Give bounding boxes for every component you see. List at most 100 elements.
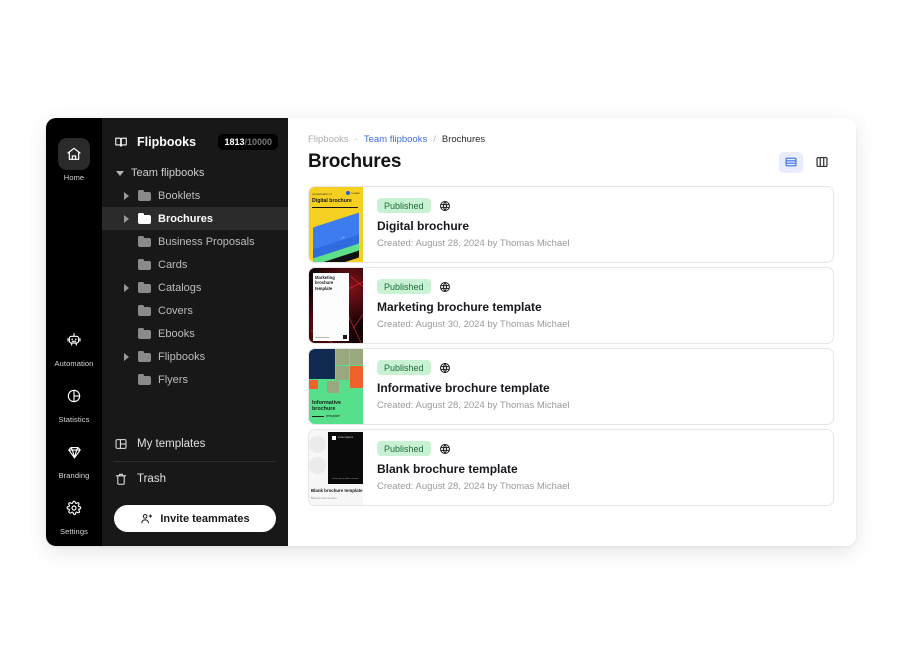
thumb-logo: Lorem Ipsum	[338, 436, 354, 439]
chevron-right-icon[interactable]	[124, 191, 129, 200]
chevron-down-icon[interactable]	[116, 170, 124, 176]
rail-item-automation[interactable]: Automation	[51, 324, 97, 368]
trash-icon	[114, 472, 128, 486]
thumb-shape	[336, 349, 349, 365]
globe-icon[interactable]	[439, 443, 451, 455]
folder-item-covers[interactable]: Covers	[102, 299, 288, 322]
thumb-panel: Lorem Ipsum Lorem ipsum dolor sit amet	[328, 432, 363, 484]
quota-used: 1813	[224, 137, 245, 147]
thumb-shape	[309, 380, 318, 389]
folder-icon	[138, 373, 151, 385]
add-people-icon	[140, 512, 153, 525]
folder-label: Flyers	[158, 373, 188, 386]
list-view-button[interactable]	[779, 151, 803, 173]
home-icon	[58, 138, 90, 170]
breadcrumb-root[interactable]: Flipbooks	[308, 134, 349, 145]
folder-tree: Team flipbooks Booklets Brochures Busine…	[102, 156, 288, 428]
chevron-right-icon[interactable]	[124, 214, 129, 223]
flipbook-card[interactable]: Marketing brochure template Published Ma…	[308, 267, 834, 344]
folder-item-catalogs[interactable]: Catalogs	[102, 276, 288, 299]
thumb-heading: Marketing brochure template	[315, 275, 335, 291]
invite-teammates-button[interactable]: Invite teammates	[114, 505, 276, 532]
tree-root-team-flipbooks[interactable]: Team flipbooks	[102, 162, 288, 184]
open-book-icon	[114, 135, 128, 149]
card-title: Marketing brochure template	[377, 300, 542, 314]
sidebar-item-my-templates[interactable]: My templates	[102, 430, 288, 458]
rail-item-label: Home	[63, 173, 85, 182]
flipbook-list: Lorem A presentation of Digital brochure…	[308, 186, 834, 506]
flipbook-card[interactable]: Lorem A presentation of Digital brochure…	[308, 186, 834, 263]
thumb-subheading: Build your own brochure	[311, 497, 337, 500]
card-body: Published Digital brochure Created: Augu…	[363, 187, 833, 262]
grid-view-icon	[815, 155, 829, 169]
folder-icon	[138, 235, 151, 247]
folder-label: Brochures	[158, 212, 214, 225]
breadcrumb-link-team-flipbooks[interactable]: Team flipbooks	[364, 134, 427, 145]
card-status-row: Published	[377, 198, 819, 213]
layout-panels-icon	[114, 437, 128, 451]
rail-item-settings[interactable]: Settings	[51, 492, 97, 536]
folder-item-flyers[interactable]: Flyers	[102, 368, 288, 391]
chevron-right-icon[interactable]	[124, 352, 129, 361]
page-header: Brochures	[308, 151, 834, 173]
rail-item-home[interactable]: Home	[51, 138, 97, 182]
breadcrumb: Flipbooks - Team flipbooks / Brochures	[308, 134, 834, 145]
flipbook-thumbnail: Informative brochure template	[309, 349, 363, 424]
thumb-shape	[350, 349, 363, 365]
folder-item-booklets[interactable]: Booklets	[102, 184, 288, 207]
thumb-footnote: Lorem ipsum dolor sit amet	[332, 478, 359, 480]
sidebar-item-label: My templates	[137, 438, 206, 450]
folder-item-ebooks[interactable]: Ebooks	[102, 322, 288, 345]
tree-root-label: Team flipbooks	[131, 167, 205, 179]
icon-rail: Home Automation Statistics Branding Sett…	[46, 118, 102, 546]
sidebar: Flipbooks 1813/10000 Team flipbooks Book…	[102, 118, 288, 546]
folder-item-cards[interactable]: Cards	[102, 253, 288, 276]
list-view-icon	[784, 155, 798, 169]
quota-total: /10000	[244, 137, 272, 147]
folder-icon	[138, 258, 151, 270]
folder-label: Ebooks	[158, 327, 195, 340]
folder-icon	[138, 189, 151, 201]
status-badge: Published	[377, 279, 431, 294]
grid-view-button[interactable]	[810, 152, 834, 173]
gear-icon	[58, 492, 90, 524]
robot-icon	[58, 324, 90, 356]
folder-label: Catalogs	[158, 281, 202, 294]
thumb-mark	[332, 436, 336, 440]
sidebar-divider	[114, 461, 276, 462]
flipbook-card[interactable]: Lorem Ipsum Lorem ipsum dolor sit amet B…	[308, 429, 834, 506]
rail-item-branding[interactable]: Branding	[51, 436, 97, 480]
sidebar-item-trash[interactable]: Trash	[102, 465, 288, 493]
thumb-shape	[336, 366, 349, 380]
thumb-logo: Lorem	[346, 191, 360, 195]
card-title: Blank brochure template	[377, 462, 518, 476]
thumb-shape	[327, 381, 339, 393]
flipbook-card[interactable]: Informative brochure template Published	[308, 348, 834, 425]
globe-icon[interactable]	[439, 200, 451, 212]
globe-icon[interactable]	[439, 281, 451, 293]
thumb-mark	[343, 335, 347, 339]
card-status-row: Published	[377, 279, 819, 294]
thumb-heading: Digital brochure	[312, 198, 352, 204]
chevron-right-icon[interactable]	[124, 283, 129, 292]
folder-item-flipbooks[interactable]: Flipbooks	[102, 345, 288, 368]
rail-item-label: Automation	[54, 359, 94, 368]
card-title: Digital brochure	[377, 219, 470, 233]
folder-item-brochures[interactable]: Brochures	[102, 207, 288, 230]
thumb-panel: Marketing brochure template	[313, 273, 349, 341]
folder-item-business-proposals[interactable]: Business Proposals	[102, 230, 288, 253]
globe-icon[interactable]	[439, 362, 451, 374]
view-toggle-group	[779, 151, 834, 173]
rail-item-statistics[interactable]: Statistics	[51, 380, 97, 424]
flipbook-thumbnail: Lorem A presentation of Digital brochure…	[309, 187, 363, 262]
thumb-shape	[309, 436, 326, 453]
thumb-rule	[315, 337, 329, 338]
folder-icon	[138, 327, 151, 339]
folder-label: Covers	[158, 304, 193, 317]
card-body: Published Informative brochure template …	[363, 349, 833, 424]
pie-chart-icon	[58, 380, 90, 412]
card-body: Published Marketing brochure template Cr…	[363, 268, 833, 343]
thumb-rule	[312, 206, 358, 208]
thumb-subheading: template	[312, 414, 340, 418]
thumb-shape	[309, 349, 335, 379]
